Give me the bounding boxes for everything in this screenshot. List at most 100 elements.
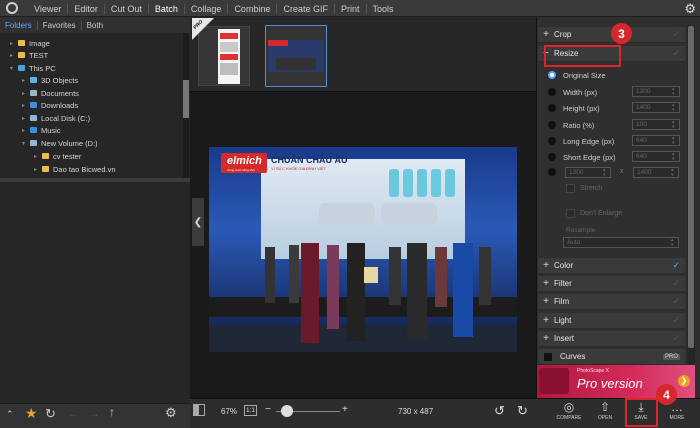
banner-next-icon[interactable]: ❯	[678, 375, 690, 387]
option-long-edge[interactable]: Long Edge (px)	[548, 133, 614, 149]
check-icon[interactable]: ✓	[672, 260, 680, 271]
collapse-arrow-icon[interactable]: ▾	[22, 140, 30, 147]
parent-folder-arrow-icon[interactable]: ↑	[109, 405, 115, 419]
zoom-slider-handle[interactable]	[281, 405, 293, 417]
tab-favorites[interactable]: Favorites	[36, 20, 81, 30]
actual-size-button[interactable]: 1:1	[244, 405, 257, 416]
expand-plus-icon[interactable]: +	[538, 278, 554, 289]
menu-create-gif[interactable]: Create GIF	[276, 3, 334, 14]
folder-settings-gear-icon[interactable]: ⚙	[165, 405, 177, 421]
expand-arrow-icon[interactable]: ▸	[22, 115, 30, 122]
tab-both[interactable]: Both	[80, 20, 108, 30]
expand-arrow-icon[interactable]: ▸	[22, 127, 30, 134]
zoom-in-icon[interactable]: +	[342, 404, 348, 415]
section-light[interactable]: + Light ✓	[538, 313, 685, 329]
wh-width-field[interactable]: 1300	[565, 167, 611, 178]
refresh-icon[interactable]: ↻	[45, 406, 56, 422]
expand-arrow-icon[interactable]: ▸	[22, 102, 30, 109]
tab-folders[interactable]: Folders	[0, 21, 37, 30]
menu-combine[interactable]: Combine	[227, 3, 276, 14]
expand-plus-icon[interactable]: +	[538, 315, 554, 326]
tree-item-3d-objects[interactable]: ▸ 3D Objects	[22, 74, 78, 87]
section-insert[interactable]: + Insert ✓	[538, 331, 685, 347]
ratio-field[interactable]: 100	[632, 119, 680, 130]
option-width[interactable]: Width (px)	[548, 84, 597, 100]
tree-item-new-volume[interactable]: ▾ New Volume (D:)	[22, 137, 98, 150]
open-button[interactable]: ⇧ OPEN	[589, 400, 621, 421]
dont-enlarge-checkbox[interactable]	[566, 209, 575, 218]
option-height[interactable]: Height (px)	[548, 100, 600, 116]
check-icon[interactable]: ✓	[672, 296, 680, 307]
expand-plus-icon[interactable]: +	[538, 333, 554, 344]
section-curves[interactable]: Curves PRO	[538, 349, 685, 365]
rotate-right-icon[interactable]: ↻	[517, 403, 528, 419]
compare-split-icon[interactable]	[193, 404, 205, 416]
radio-icon[interactable]	[548, 104, 556, 112]
option-width-height[interactable]	[548, 164, 563, 180]
radio-selected-icon[interactable]	[548, 71, 556, 79]
tree-item-dao-tao[interactable]: ▸ Dao tao Bicwed.vn	[34, 163, 116, 176]
expand-plus-icon[interactable]: +	[538, 260, 554, 271]
favorite-star-icon[interactable]: ★	[25, 405, 38, 422]
option-original-size[interactable]: Original Size	[548, 67, 606, 83]
menu-collage[interactable]: Collage	[183, 3, 228, 14]
long-edge-field[interactable]: 640	[632, 135, 680, 146]
menu-batch[interactable]: Batch	[147, 3, 184, 14]
tree-item-downloads[interactable]: ▸ Downloads	[22, 99, 78, 112]
expand-plus-icon[interactable]: +	[538, 29, 554, 40]
section-filter[interactable]: + Filter ✓	[538, 276, 685, 292]
app-logo-icon[interactable]	[6, 2, 18, 14]
option-ratio[interactable]: Ratio (%)	[548, 117, 594, 133]
menu-viewer[interactable]: Viewer	[28, 4, 67, 14]
menu-tools[interactable]: Tools	[365, 3, 400, 14]
menu-editor[interactable]: Editor	[67, 3, 104, 14]
option-short-edge[interactable]: Short Edge (px)	[548, 149, 616, 165]
rotate-left-icon[interactable]: ↺	[494, 403, 505, 419]
radio-icon[interactable]	[548, 153, 556, 161]
panel-splitter[interactable]	[0, 178, 190, 182]
collapse-up-icon[interactable]: ⌃	[6, 409, 14, 420]
radio-icon[interactable]	[548, 168, 556, 176]
check-icon[interactable]: ✓	[672, 29, 680, 40]
check-icon[interactable]: ✓	[672, 315, 680, 326]
radio-icon[interactable]	[548, 88, 556, 96]
section-film[interactable]: + Film ✓	[538, 294, 685, 310]
short-edge-field[interactable]: 640	[632, 151, 680, 162]
check-icon[interactable]: ✓	[672, 48, 680, 59]
settings-gear-icon[interactable]: ⚙	[684, 1, 696, 17]
menu-print[interactable]: Print	[333, 3, 366, 14]
panel-scrollbar-thumb[interactable]	[688, 26, 694, 348]
stretch-checkbox[interactable]	[566, 184, 575, 193]
check-icon[interactable]: ✓	[672, 278, 680, 289]
collapse-arrow-icon[interactable]: ▾	[10, 65, 18, 72]
tree-item-documents[interactable]: ▸ Documents	[22, 87, 79, 100]
width-field[interactable]: 1300	[632, 86, 680, 97]
curves-checkbox[interactable]	[544, 352, 552, 361]
tree-item-cv-tester[interactable]: ▸ cv tester	[34, 150, 81, 163]
menu-cut-out[interactable]: Cut Out	[103, 3, 148, 14]
radio-icon[interactable]	[548, 137, 556, 145]
section-color[interactable]: + Color ✓	[538, 258, 685, 274]
check-icon[interactable]: ✓	[672, 333, 680, 344]
expand-arrow-icon[interactable]: ▸	[22, 77, 30, 84]
radio-icon[interactable]	[548, 121, 556, 129]
tree-scrollbar-thumb[interactable]	[183, 80, 189, 118]
tree-item-this-pc[interactable]: ▾ This PC	[10, 62, 56, 75]
expand-plus-icon[interactable]: +	[538, 296, 554, 307]
collapse-panel-chevron-icon[interactable]: ❮	[192, 198, 204, 246]
tree-item-test[interactable]: ▸ TEST	[10, 49, 48, 62]
expand-arrow-icon[interactable]: ▸	[34, 166, 42, 173]
forward-arrow-icon[interactable]: →	[88, 406, 100, 420]
expand-arrow-icon[interactable]: ▸	[22, 90, 30, 97]
tree-item-image[interactable]: ▸ Image	[10, 37, 50, 50]
resample-select[interactable]: Auto	[563, 237, 679, 248]
tree-item-local-disk[interactable]: ▸ Local Disk (C:)	[22, 112, 90, 125]
expand-arrow-icon[interactable]: ▸	[10, 52, 18, 59]
wh-height-field[interactable]: 1400	[633, 167, 679, 178]
compare-button[interactable]: ◎ COMPARE	[553, 400, 585, 421]
expand-arrow-icon[interactable]: ▸	[10, 40, 18, 47]
height-field[interactable]: 1400	[632, 102, 680, 113]
tree-item-music[interactable]: ▸ Music	[22, 124, 61, 137]
expand-arrow-icon[interactable]: ▸	[34, 153, 42, 160]
back-arrow-icon[interactable]: ←	[67, 406, 79, 420]
